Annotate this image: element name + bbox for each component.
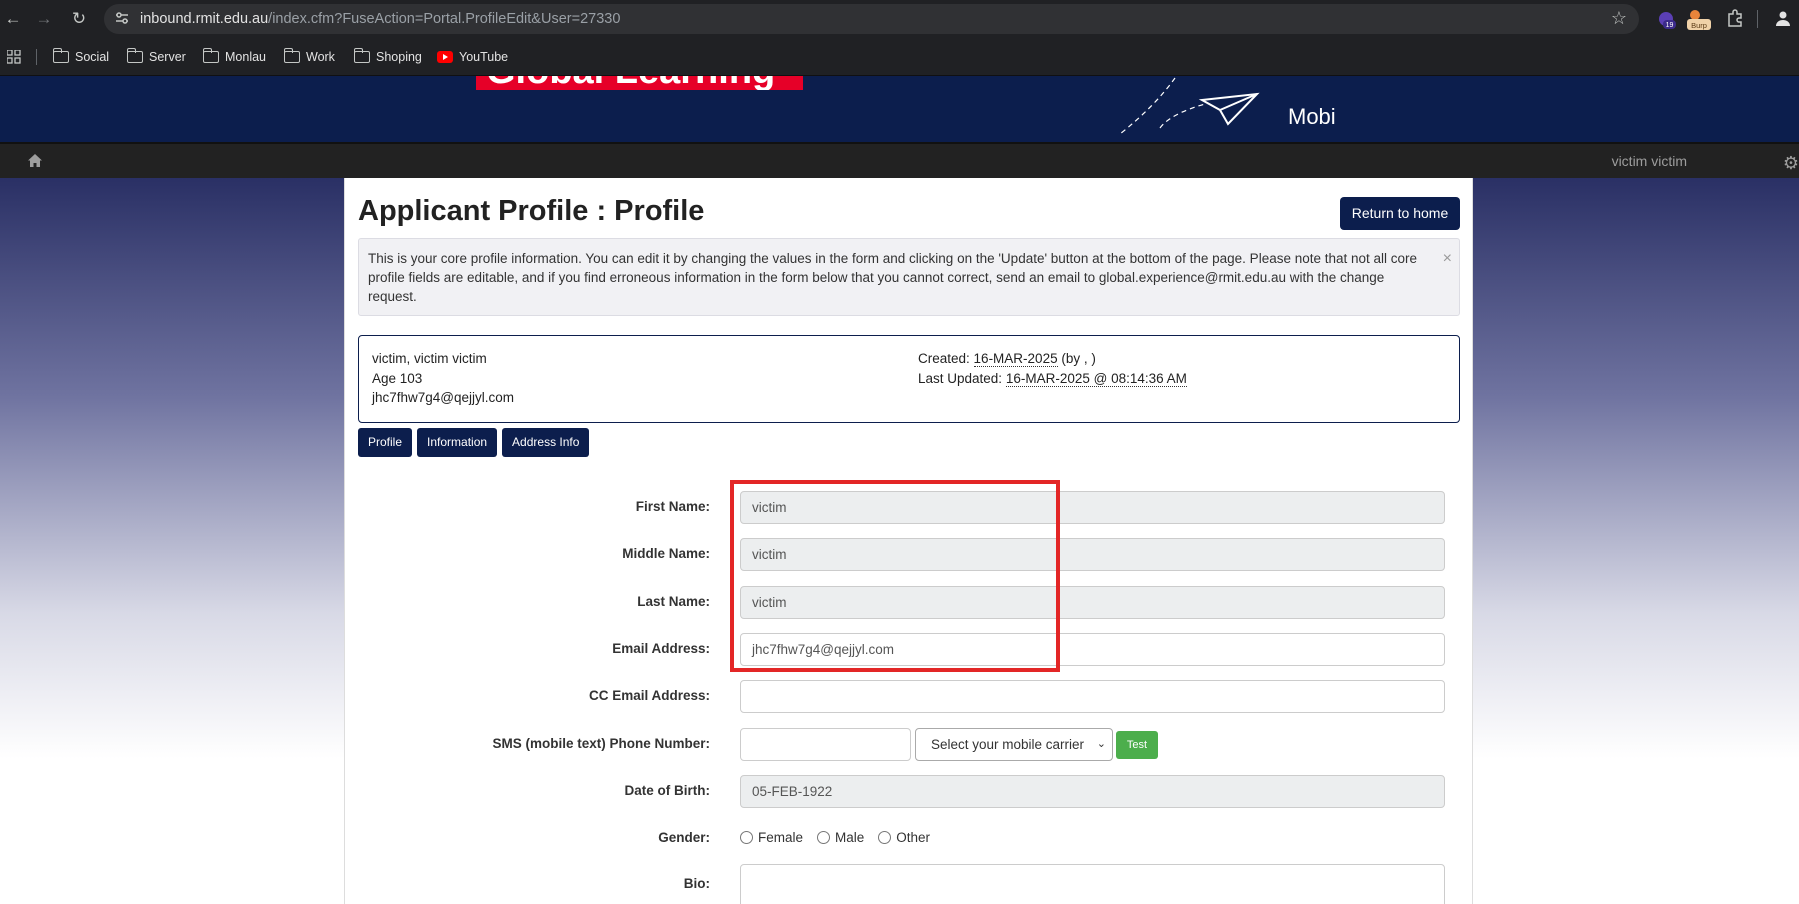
middle-name-label: Middle Name: <box>622 546 710 561</box>
bookmark-social[interactable]: Social <box>52 48 110 66</box>
dob-row: Date of Birth: 05-FEB-1922 <box>345 775 1474 809</box>
extension-icon[interactable]: 19 <box>1656 9 1676 29</box>
page-title: Applicant Profile : Profile <box>358 195 705 227</box>
extension-badge: 19 <box>1666 22 1674 29</box>
apps-grid-icon[interactable] <box>7 50 21 64</box>
last-name-label: Last Name: <box>637 594 710 609</box>
bookmark-label: YouTube <box>459 50 509 64</box>
carrier-select-value: Select your mobile carrier <box>931 737 1085 752</box>
annotation-highlight-box <box>730 480 1060 672</box>
created-line: Created: 16-MAR-2025 (by , ) <box>918 349 1187 369</box>
bookmark-label: Monlau <box>225 50 266 64</box>
sms-row: SMS (mobile text) Phone Number: Select y… <box>345 728 1474 762</box>
bookmark-label: Server <box>149 50 186 64</box>
folder-icon <box>52 48 69 63</box>
tab-address-info[interactable]: Address Info <box>502 428 590 457</box>
first-name-label: First Name: <box>635 499 710 514</box>
extensions-puzzle-icon[interactable] <box>1726 9 1744 27</box>
site-header: Global Learning Mobi <box>0 76 1799 142</box>
chevron-down-icon: ⌄ <box>1096 738 1106 750</box>
created-by: (by , ) <box>1061 351 1096 366</box>
gender-other-radio[interactable] <box>878 831 892 844</box>
cc-email-label: CC Email Address: <box>588 688 710 703</box>
folder-icon <box>202 48 219 63</box>
info-alert: This is your core profile information. Y… <box>358 238 1460 316</box>
gender-female-label: Female <box>758 830 804 845</box>
return-home-button[interactable]: Return to home <box>1340 197 1460 230</box>
folder-icon <box>283 48 300 63</box>
gender-female-radio[interactable] <box>740 831 753 844</box>
forward-icon[interactable]: → <box>33 8 55 30</box>
burp-extension-icon[interactable]: Burp <box>1686 9 1712 31</box>
dob-label: Date of Birth: <box>624 783 711 798</box>
paper-plane-icon <box>1119 77 1260 135</box>
url-text: inbound.rmit.edu.au/index.cfm?FuseAction… <box>140 11 621 27</box>
bookmark-label: Work <box>306 50 335 64</box>
updated-line: Last Updated: 16-MAR-2025 @ 08:14:36 AM <box>918 369 1187 389</box>
dob-field[interactable]: 05-FEB-1922 <box>740 775 1445 808</box>
youtube-icon <box>437 51 453 63</box>
close-icon[interactable]: × <box>1443 249 1452 268</box>
updated-label: Last Updated: <box>918 370 1003 386</box>
profile-icon[interactable] <box>1774 9 1792 27</box>
updated-date: 16-MAR-2025 @ 08:14:36 AM <box>1005 370 1187 387</box>
burp-label: Burp <box>1691 21 1707 30</box>
browser-toolbar: ← → ↻ inbound.rmit.edu.au/index.cfm?Fuse… <box>0 0 1799 38</box>
created-date: 16-MAR-2025 <box>973 351 1058 367</box>
bio-label: Bio: <box>683 876 710 891</box>
phone-number-field[interactable] <box>740 728 911 761</box>
cc-email-field[interactable] <box>740 680 1445 713</box>
bookmark-star-icon[interactable]: ☆ <box>1611 8 1627 29</box>
bookmark-monlau[interactable]: Monlau <box>202 48 266 66</box>
carrier-select[interactable]: Select your mobile carrier ⌄ <box>915 728 1113 761</box>
profile-tabs: Profile Information Address Info <box>358 428 590 457</box>
gender-label: Gender: <box>658 830 710 845</box>
reload-icon[interactable]: ↻ <box>68 8 90 30</box>
bookmark-work[interactable]: Work <box>283 48 335 66</box>
back-icon[interactable]: ← <box>2 8 24 30</box>
bookmark-youtube[interactable]: YouTube <box>437 48 508 66</box>
cc-email-row: CC Email Address: <box>345 680 1474 714</box>
bio-row: Bio: <box>345 864 1474 904</box>
user-name-link[interactable]: victim victim <box>1612 153 1687 169</box>
gender-other-label: Other <box>896 830 931 845</box>
brand-text: Global Learning <box>486 76 775 90</box>
email-label: Email Address: <box>612 641 710 656</box>
summary-email: jhc7fhw7g4@qejjyl.com <box>372 390 515 405</box>
gender-male-radio[interactable] <box>817 831 831 844</box>
sms-label: SMS (mobile text) Phone Number: <box>492 736 710 751</box>
mobi-text: Mobi <box>1288 104 1336 129</box>
folder-icon <box>126 48 143 63</box>
bookmark-server[interactable]: Server <box>126 48 186 66</box>
brand-logo[interactable]: Global Learning <box>476 76 803 90</box>
site-settings-icon[interactable] <box>114 10 130 26</box>
alert-text: This is your core profile information. Y… <box>368 251 1418 304</box>
tab-profile[interactable]: Profile <box>358 428 413 457</box>
folder-icon <box>353 48 370 63</box>
bookmark-shoping[interactable]: Shoping <box>353 48 422 66</box>
toolbar-divider <box>1757 10 1758 28</box>
gender-radio-group: Female Male Other <box>740 830 944 845</box>
summary-age: Age 103 <box>372 370 423 386</box>
profile-summary-card: victim, victim victim Age 103 jhc7fhw7g4… <box>358 335 1460 423</box>
created-label: Created: <box>918 351 970 366</box>
bookmark-label: Social <box>75 50 110 64</box>
home-icon[interactable] <box>27 153 43 168</box>
test-button[interactable]: Test <box>1116 731 1158 759</box>
address-bar[interactable]: inbound.rmit.edu.au/index.cfm?FuseAction… <box>104 4 1639 34</box>
tab-information[interactable]: Information <box>417 428 498 457</box>
top-navbar: victim victim ⚙ <box>0 142 1799 178</box>
summary-name: victim, victim victim <box>372 351 487 366</box>
bookmark-label: Shoping <box>376 50 422 64</box>
gender-row: Gender: Female Male Other <box>345 822 1474 856</box>
gear-icon[interactable]: ⚙ <box>1783 153 1799 174</box>
bookmarks-divider <box>36 49 37 65</box>
bio-textarea[interactable] <box>740 864 1445 904</box>
gender-male-label: Male <box>835 830 865 845</box>
bookmarks-bar: Social Server Monlau Work Shoping YouTub… <box>0 38 1799 76</box>
